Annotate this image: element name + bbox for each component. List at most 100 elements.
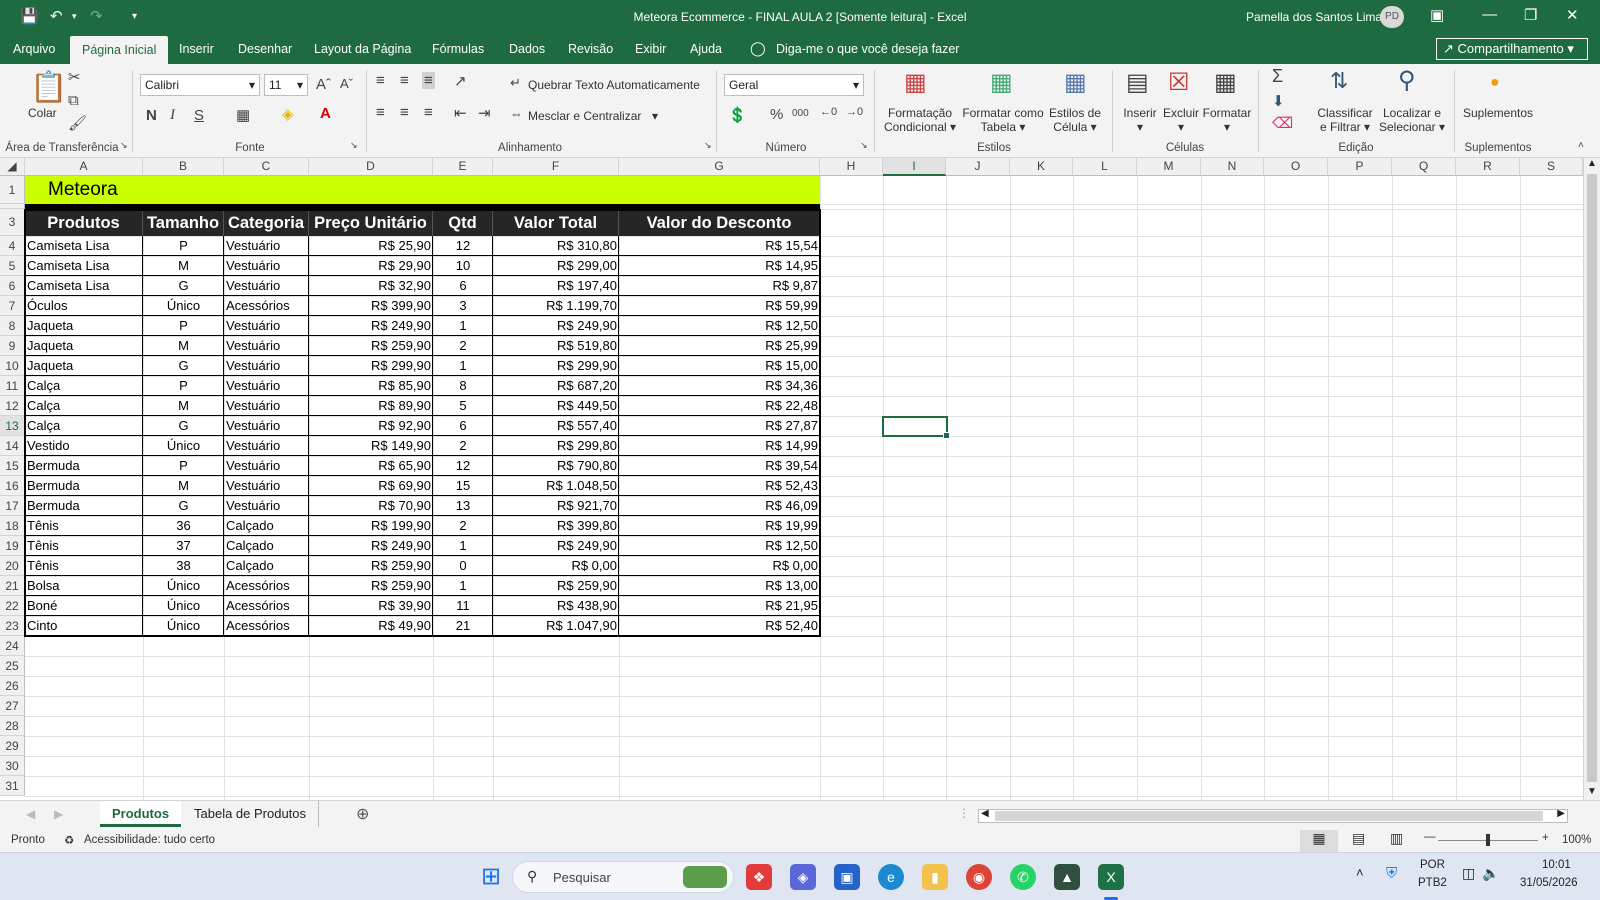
table-cell[interactable]: 1 bbox=[433, 356, 493, 376]
table-cell[interactable]: R$ 197,40 bbox=[493, 276, 619, 296]
volume-icon[interactable]: 🔈 bbox=[1482, 865, 1499, 882]
table-cell[interactable]: R$ 59,99 bbox=[619, 296, 820, 316]
row-header-19[interactable]: 19 bbox=[0, 536, 25, 556]
table-cell[interactable]: R$ 438,90 bbox=[493, 596, 619, 616]
table-cell[interactable]: 0 bbox=[433, 556, 493, 576]
scroll-down-icon[interactable]: ▼ bbox=[1587, 786, 1597, 797]
tab-revisao[interactable]: Revisão bbox=[568, 42, 613, 56]
table-cell[interactable]: R$ 249,90 bbox=[493, 316, 619, 336]
zoom-out-icon[interactable]: — bbox=[1424, 831, 1436, 843]
table-cell[interactable]: Cinto bbox=[25, 616, 143, 636]
table-cell[interactable]: 10 bbox=[433, 256, 493, 276]
row-header-7[interactable]: 7 bbox=[0, 296, 25, 316]
table-cell[interactable]: R$ 15,00 bbox=[619, 356, 820, 376]
table-cell[interactable]: P bbox=[143, 376, 224, 396]
tab-split-handle[interactable]: ⋮ bbox=[958, 806, 970, 820]
table-cell[interactable]: 6 bbox=[433, 276, 493, 296]
table-cell[interactable]: R$ 19,99 bbox=[619, 516, 820, 536]
table-cell[interactable]: R$ 39,90 bbox=[309, 596, 433, 616]
number-launcher-icon[interactable]: ↘ bbox=[860, 140, 868, 151]
avatar[interactable]: PD bbox=[1380, 6, 1404, 28]
alignment-launcher-icon[interactable]: ↘ bbox=[704, 140, 712, 151]
table-cell[interactable]: Jaqueta bbox=[25, 336, 143, 356]
table-cell[interactable]: Camiseta Lisa bbox=[25, 276, 143, 296]
row-header-28[interactable]: 28 bbox=[0, 716, 25, 736]
paste-icon[interactable]: 📋 bbox=[30, 70, 67, 105]
collapse-ribbon-icon[interactable]: ˄ bbox=[1578, 140, 1584, 151]
table-cell[interactable]: R$ 259,90 bbox=[309, 336, 433, 356]
table-cell[interactable]: Vestuário bbox=[224, 416, 309, 436]
table-cell[interactable]: R$ 21,95 bbox=[619, 596, 820, 616]
table-cell[interactable]: R$ 921,70 bbox=[493, 496, 619, 516]
row-header-18[interactable]: 18 bbox=[0, 516, 25, 536]
column-header-K[interactable]: K bbox=[1010, 158, 1073, 176]
column-header-E[interactable]: E bbox=[433, 158, 493, 176]
table-cell[interactable]: 21 bbox=[433, 616, 493, 636]
align-middle-icon[interactable]: ≡ bbox=[400, 72, 409, 89]
table-cell[interactable]: Calça bbox=[25, 416, 143, 436]
delete-cells-button[interactable]: Excluir ▾ bbox=[1158, 106, 1204, 134]
network-icon[interactable]: ◫ bbox=[1462, 865, 1475, 882]
chrome-icon[interactable]: ◉ bbox=[966, 864, 992, 890]
cut-icon[interactable]: ✂ bbox=[68, 68, 81, 86]
column-header-A[interactable]: A bbox=[25, 158, 143, 176]
table-cell[interactable]: G bbox=[143, 276, 224, 296]
table-cell[interactable]: R$ 0,00 bbox=[493, 556, 619, 576]
row-header-22[interactable]: 22 bbox=[0, 596, 25, 616]
share-button[interactable]: ↗ Compartilhamento ▾ bbox=[1436, 38, 1588, 60]
align-bottom-icon[interactable]: ≡ bbox=[422, 72, 435, 89]
chevron-down-icon[interactable]: ▾ bbox=[652, 109, 658, 123]
whatsapp-icon[interactable]: ✆ bbox=[1010, 864, 1036, 890]
table-cell[interactable]: Vestuário bbox=[224, 496, 309, 516]
table-cell[interactable]: Vestuário bbox=[224, 236, 309, 256]
column-header-O[interactable]: O bbox=[1264, 158, 1328, 176]
font-size-select[interactable]: 11 ▾ bbox=[264, 74, 308, 96]
align-center-icon[interactable]: ≡ bbox=[400, 104, 409, 121]
table-cell[interactable]: R$ 14,99 bbox=[619, 436, 820, 456]
row-header-23[interactable]: 23 bbox=[0, 616, 25, 636]
column-header-G[interactable]: G bbox=[619, 158, 820, 176]
select-all-corner[interactable]: ◢ bbox=[0, 158, 25, 176]
row-header-27[interactable]: 27 bbox=[0, 696, 25, 716]
scroll-up-icon[interactable]: ▲ bbox=[1587, 158, 1597, 169]
table-cell[interactable]: Vestuário bbox=[224, 316, 309, 336]
tab-inserir[interactable]: Inserir bbox=[179, 42, 214, 56]
table-cell[interactable]: R$ 39,54 bbox=[619, 456, 820, 476]
table-cell[interactable]: Tênis bbox=[25, 556, 143, 576]
table-cell[interactable]: Vestuário bbox=[224, 256, 309, 276]
orientation-icon[interactable]: ↗ bbox=[454, 72, 467, 90]
scroll-left-icon[interactable]: ◀ bbox=[981, 808, 989, 819]
tab-exibir[interactable]: Exibir bbox=[635, 42, 666, 56]
table-cell[interactable]: R$ 89,90 bbox=[309, 396, 433, 416]
row-header-4[interactable]: 4 bbox=[0, 236, 25, 256]
row-header-1[interactable]: 1 bbox=[0, 176, 25, 204]
table-cell[interactable]: R$ 92,90 bbox=[309, 416, 433, 436]
row-header-30[interactable]: 30 bbox=[0, 756, 25, 776]
decrease-decimal-icon[interactable]: →0 bbox=[846, 106, 863, 118]
active-cell-I13[interactable] bbox=[882, 416, 950, 439]
column-header-S[interactable]: S bbox=[1520, 158, 1583, 176]
underline-icon[interactable]: S bbox=[194, 107, 204, 124]
table-cell[interactable]: R$ 70,90 bbox=[309, 496, 433, 516]
column-header-P[interactable]: P bbox=[1328, 158, 1392, 176]
table-cell[interactable]: Calça bbox=[25, 376, 143, 396]
format-as-table-button[interactable]: Formatar como Tabela ▾ bbox=[958, 106, 1048, 134]
prev-sheet-icon[interactable]: ◀ bbox=[26, 807, 35, 821]
table-cell[interactable]: P bbox=[143, 236, 224, 256]
scroll-thumb[interactable] bbox=[1587, 174, 1597, 782]
table-cell[interactable]: G bbox=[143, 496, 224, 516]
table-cell[interactable]: R$ 557,40 bbox=[493, 416, 619, 436]
table-cell[interactable]: 8 bbox=[433, 376, 493, 396]
microsoft365-icon[interactable]: ◈ bbox=[790, 864, 816, 890]
table-cell[interactable]: R$ 22,48 bbox=[619, 396, 820, 416]
table-cell[interactable]: R$ 32,90 bbox=[309, 276, 433, 296]
table-cell[interactable]: P bbox=[143, 316, 224, 336]
row-header-11[interactable]: 11 bbox=[0, 376, 25, 396]
row-header-10[interactable]: 10 bbox=[0, 356, 25, 376]
row-header-15[interactable]: 15 bbox=[0, 456, 25, 476]
fill-icon[interactable]: ⬇ bbox=[1272, 92, 1285, 110]
user-name[interactable]: Pamella dos Santos Lima bbox=[1246, 10, 1382, 24]
currency-icon[interactable]: 💲 bbox=[728, 106, 747, 124]
table-cell[interactable]: Óculos bbox=[25, 296, 143, 316]
vertical-scrollbar[interactable]: ▲ ▼ bbox=[1583, 158, 1600, 800]
